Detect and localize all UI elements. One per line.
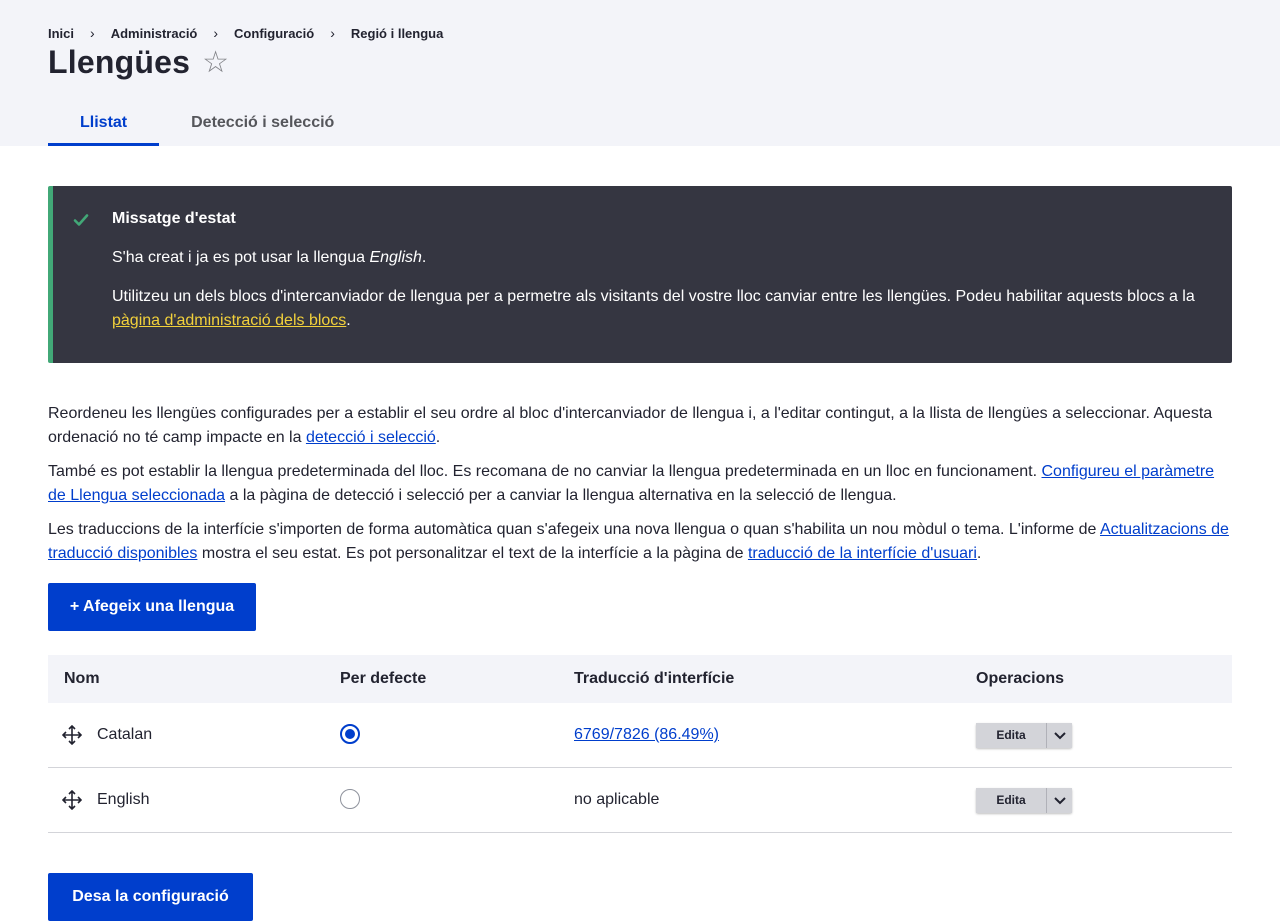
column-header-operations: Operacions: [976, 670, 1065, 687]
detection-selection-link[interactable]: detecció i selecció: [306, 429, 436, 446]
status-message: Missatge d'estat S'ha creat i ja es pot …: [48, 186, 1232, 363]
dropbutton-toggle[interactable]: [1047, 723, 1072, 748]
translation-progress-link[interactable]: 6769/7826 (86.49%): [574, 726, 719, 744]
chevron-down-icon: [1053, 731, 1066, 739]
languages-table: Nom Per defecte Traducció d'interfície O…: [48, 655, 1232, 833]
translation-status: no aplicable: [574, 791, 660, 808]
breadcrumb-administration[interactable]: Administració: [111, 26, 198, 41]
intro-paragraph-order: Reordeneu les llengües configurades per …: [48, 405, 1213, 446]
intro-paragraph-translations: Les traduccions de la interfície s'impor…: [48, 521, 1229, 562]
chevron-right-icon: ›: [213, 25, 219, 41]
status-line-blocks: Utilitzeu un dels blocs d'intercanviador…: [112, 288, 1195, 329]
language-name: Catalan: [97, 726, 153, 743]
tab-list[interactable]: Llistat: [48, 100, 160, 146]
edit-button[interactable]: Edita: [976, 788, 1047, 813]
operations-dropbutton: Edita: [976, 788, 1072, 813]
chevron-right-icon: ›: [330, 25, 335, 41]
breadcrumb-home[interactable]: Inici: [48, 26, 74, 41]
drag-handle-icon[interactable]: [62, 790, 82, 810]
default-radio[interactable]: [340, 789, 360, 809]
table-header: Nom Per defecte Traducció d'interfície O…: [48, 655, 1232, 703]
breadcrumb: Inici › Administració › Configuració › R…: [48, 25, 443, 41]
page-title: Llengües: [48, 44, 191, 80]
default-radio[interactable]: [340, 724, 360, 744]
chevron-right-icon: ›: [90, 25, 95, 41]
operations-dropbutton: Edita: [976, 723, 1072, 748]
table-row: English no aplicable Edita: [48, 768, 1232, 833]
chevron-down-icon: [1053, 796, 1066, 804]
primary-tabs: Llistat Detecció i selecció: [48, 100, 366, 146]
title-row: Llengües ☆: [48, 44, 229, 81]
star-icon[interactable]: ☆: [202, 47, 229, 78]
add-language-button[interactable]: + Afegeix una llengua: [48, 583, 256, 631]
status-line-created: S'ha creat i ja es pot usar la llengua E…: [112, 249, 427, 266]
drag-handle-icon[interactable]: [62, 725, 82, 745]
intro-paragraph-default: També es pot establir la llengua predete…: [48, 463, 1215, 504]
check-icon: [73, 214, 89, 226]
column-header-default: Per defecte: [340, 670, 427, 687]
column-header-translation: Traducció d'interfície: [574, 670, 735, 687]
dropbutton-toggle[interactable]: [1047, 788, 1072, 813]
status-title: Missatge d'estat: [112, 210, 236, 227]
tab-detection-selection[interactable]: Detecció i selecció: [159, 100, 366, 146]
page-header: Inici › Administració › Configuració › R…: [0, 0, 1280, 146]
edit-button[interactable]: Edita: [976, 723, 1047, 748]
breadcrumb-region-language[interactable]: Regió i llengua: [351, 26, 443, 41]
block-admin-link[interactable]: pàgina d'administració dels blocs: [112, 312, 346, 329]
column-header-name: Nom: [64, 670, 100, 687]
user-interface-translation-link[interactable]: traducció de la interfície d'usuari: [748, 545, 977, 562]
table-row: Catalan 6769/7826 (86.49%) Edita: [48, 703, 1232, 768]
save-configuration-button[interactable]: Desa la configuració: [48, 873, 253, 921]
breadcrumb-configuration[interactable]: Configuració: [234, 26, 314, 41]
language-name: English: [97, 791, 150, 808]
